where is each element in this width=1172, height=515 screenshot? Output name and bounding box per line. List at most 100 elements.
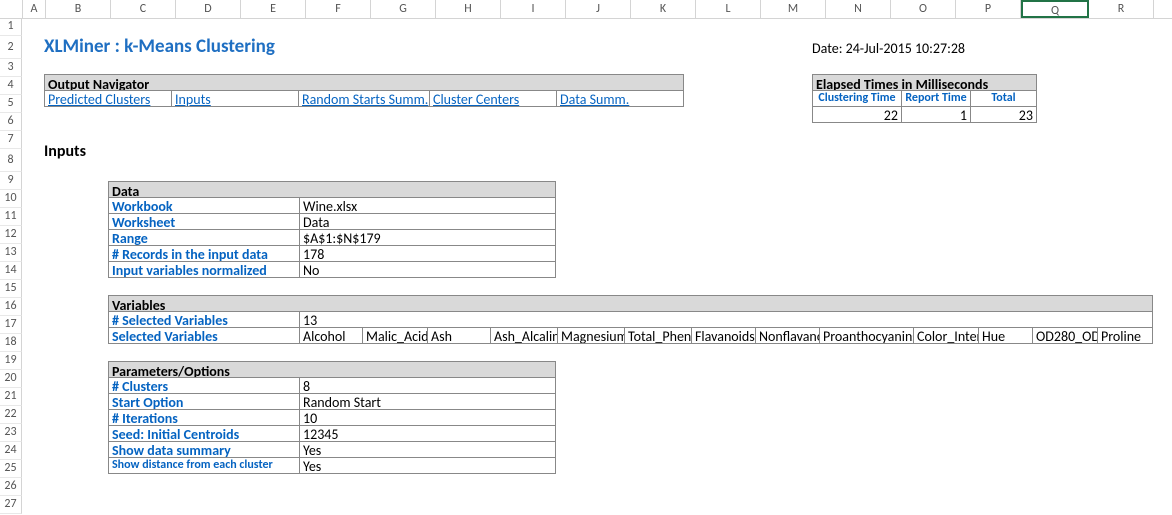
select-all-corner[interactable] [0, 0, 23, 18]
data-value-normalized: No [299, 261, 556, 278]
elapsed-col-total: Total [970, 90, 1037, 107]
elapsed-val-total: 23 [970, 106, 1037, 123]
var-malic-acid: Malic_Acid [362, 327, 428, 344]
row-header-16[interactable]: 16 [0, 298, 22, 316]
data-label-workbook: Workbook [108, 197, 300, 214]
param-label-distance: Show distance from each cluster [108, 457, 300, 474]
param-value-clusters: 8 [299, 377, 556, 394]
nav-data-summ[interactable]: Data Summ. [556, 90, 684, 107]
col-header-E[interactable]: E [241, 0, 306, 18]
row-header-21[interactable]: 21 [0, 388, 22, 406]
data-header: Data [108, 181, 556, 198]
row-header-13[interactable]: 13 [0, 244, 22, 262]
var-flavanoids: Flavanoids [691, 327, 756, 344]
nav-random-starts[interactable]: Random Starts Summ. [298, 90, 430, 107]
col-header-A[interactable]: A [23, 0, 46, 18]
col-header-P[interactable]: P [956, 0, 1021, 18]
data-label-records: # Records in the input data [108, 245, 300, 262]
row-header-11[interactable]: 11 [0, 208, 22, 226]
var-nonflavanoid: Nonflavanoid [755, 327, 820, 344]
row-header-23[interactable]: 23 [0, 424, 22, 442]
var-color-intensity: Color_Intensity [913, 327, 979, 344]
var-hue: Hue [978, 327, 1033, 344]
col-header-C[interactable]: C [111, 0, 176, 18]
data-label-normalized: Input variables normalized [108, 261, 300, 278]
row-header-18[interactable]: 18 [0, 334, 22, 352]
row-header-10[interactable]: 10 [0, 190, 22, 208]
row-header-1[interactable]: 1 [0, 18, 22, 36]
var-magnesium: Magnesium [557, 327, 625, 344]
elapsed-val-report: 1 [901, 106, 971, 123]
row-header-12[interactable]: 12 [0, 226, 22, 244]
col-header-I[interactable]: I [501, 0, 566, 18]
param-value-distance: Yes [299, 457, 556, 474]
row-header-15[interactable]: 15 [0, 280, 22, 298]
param-label-iterations: # Iterations [108, 409, 300, 426]
col-header-J[interactable]: J [566, 0, 631, 18]
param-value-summary: Yes [299, 441, 556, 458]
elapsed-val-clustering: 22 [812, 106, 902, 123]
col-header-M[interactable]: M [761, 0, 826, 18]
col-header-Q[interactable]: Q [1021, 0, 1089, 18]
var-ash: Ash [427, 327, 491, 344]
param-label-seed: Seed: Initial Centroids [108, 425, 300, 442]
param-label-clusters: # Clusters [108, 377, 300, 394]
param-value-iterations: 10 [299, 409, 556, 426]
row-header-5[interactable]: 5 [0, 95, 22, 113]
row-header-22[interactable]: 22 [0, 406, 22, 424]
row-header-27[interactable]: 27 [0, 496, 22, 514]
page-title: XLMiner : k-Means Clustering [44, 35, 444, 57]
param-value-start: Random Start [299, 393, 556, 410]
nav-inputs[interactable]: Inputs [171, 90, 299, 107]
col-header-O[interactable]: O [891, 0, 956, 18]
column-headers: A B C D E F G H I J K L M N O P Q R [0, 0, 1172, 19]
row-header-25[interactable]: 25 [0, 460, 22, 478]
date-text: Date: 24-Jul-2015 10:27:28 [812, 40, 1062, 57]
col-header-H[interactable]: H [436, 0, 501, 18]
var-od280: OD280_OD [1032, 327, 1098, 344]
param-label-summary: Show data summary [108, 441, 300, 458]
row-header-3[interactable]: 3 [0, 59, 22, 77]
data-label-range: Range [108, 229, 300, 246]
nav-predicted-clusters[interactable]: Predicted Clusters [44, 90, 172, 107]
col-header-R[interactable]: R [1089, 0, 1154, 18]
col-header-D[interactable]: D [176, 0, 241, 18]
variables-header: Variables [108, 295, 1153, 312]
col-header-B[interactable]: B [46, 0, 111, 18]
var-proanthocyanins: Proanthocyanins [819, 327, 914, 344]
row-header-4[interactable]: 4 [0, 77, 22, 95]
row-header-20[interactable]: 20 [0, 370, 22, 388]
row-header-2[interactable]: 2 [0, 36, 22, 59]
col-header-G[interactable]: G [371, 0, 436, 18]
var-value-count: 13 [299, 311, 1153, 328]
row-header-7[interactable]: 7 [0, 131, 22, 149]
row-header-8[interactable]: 8 [0, 149, 22, 172]
params-header: Parameters/Options [108, 361, 556, 378]
nav-cluster-centers[interactable]: Cluster Centers [429, 90, 557, 107]
col-header-F[interactable]: F [306, 0, 371, 18]
param-value-seed: 12345 [299, 425, 556, 442]
col-header-N[interactable]: N [826, 0, 891, 18]
var-alcohol: Alcohol [299, 327, 363, 344]
elapsed-col-report: Report Time [901, 90, 971, 107]
row-header-9[interactable]: 9 [0, 172, 22, 190]
var-label-count: # Selected Variables [108, 311, 300, 328]
col-header-K[interactable]: K [631, 0, 696, 18]
row-header-26[interactable]: 26 [0, 478, 22, 496]
output-navigator-header: Output Navigator [44, 74, 684, 91]
data-label-worksheet: Worksheet [108, 213, 300, 230]
inputs-section-title: Inputs [44, 142, 144, 164]
col-header-L[interactable]: L [696, 0, 761, 18]
row-header-19[interactable]: 19 [0, 352, 22, 370]
data-value-worksheet: Data [299, 213, 556, 230]
data-value-records: 178 [299, 245, 556, 262]
data-value-workbook: Wine.xlsx [299, 197, 556, 214]
spreadsheet: A B C D E F G H I J K L M N O P Q R 1 2 … [0, 0, 1172, 515]
row-header-24[interactable]: 24 [0, 442, 22, 460]
row-header-14[interactable]: 14 [0, 262, 22, 280]
row-header-17[interactable]: 17 [0, 316, 22, 334]
elapsed-header: Elapsed Times in Milliseconds [812, 74, 1037, 91]
param-label-start: Start Option [108, 393, 300, 410]
data-value-range: $A$1:$N$179 [299, 229, 556, 246]
row-header-6[interactable]: 6 [0, 113, 22, 131]
